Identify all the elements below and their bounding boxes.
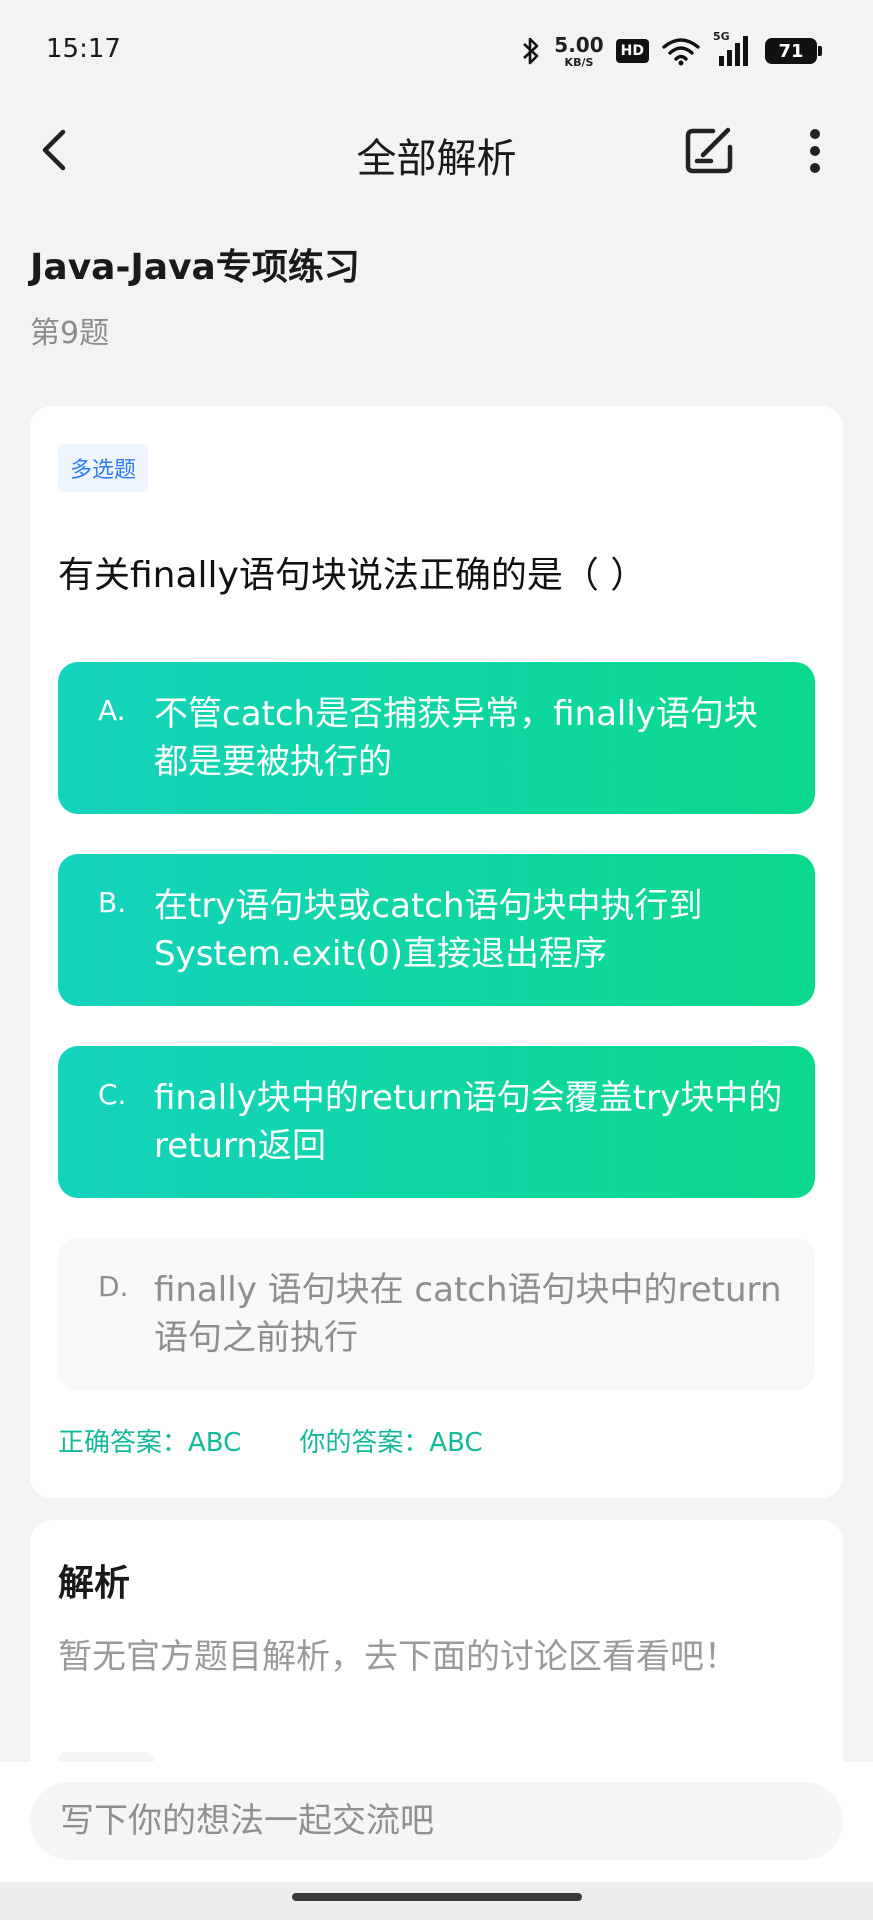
option-d[interactable]: D. finally 语句块在 catch语句块中的return语句之前执行 [58, 1238, 815, 1390]
more-button[interactable] [792, 120, 838, 182]
question-card: 多选题 有关finally语句块说法正确的是（ ） A. 不管catch是否捕获… [30, 406, 843, 1498]
correct-answer: 正确答案：ABC [58, 1428, 242, 1458]
wifi-icon [661, 36, 701, 66]
question-text: 有关finally语句块说法正确的是（ ） [58, 555, 647, 596]
subject-title: Java-Java专项练习 [30, 247, 360, 288]
status-icons: 5.00 KB/S HD 5G 71 [520, 28, 822, 74]
option-a[interactable]: A. 不管catch是否捕获异常，finally语句块都是要被执行的 [58, 662, 815, 814]
status-bar: 15:17 5.00 KB/S HD 5G 71 [0, 0, 873, 100]
option-letter: C. [98, 1078, 127, 1111]
signal-label: 5G [713, 30, 730, 43]
option-text: finally块中的return语句会覆盖try块中的return返回 [154, 1078, 783, 1166]
option-b[interactable]: B. 在try语句块或catch语句块中执行到System.exit(0)直接退… [58, 854, 815, 1006]
edit-note-button[interactable] [678, 120, 740, 182]
bluetooth-icon [520, 36, 542, 66]
cell-signal-icon: 5G [713, 30, 753, 68]
comment-bar [0, 1762, 873, 1882]
more-vertical-icon [810, 129, 820, 173]
answer-row: 正确答案：ABC 你的答案：ABC [58, 1422, 483, 1459]
hd-badge: HD [615, 39, 649, 63]
analysis-title: 解析 [58, 1563, 131, 1604]
status-time: 15:17 [46, 34, 121, 64]
option-text: 不管catch是否捕获异常，finally语句块都是要被执行的 [154, 694, 758, 782]
net-speed: 5.00 KB/S [554, 35, 603, 68]
analysis-card: 解析 暂无官方题目解析，去下面的讨论区看看吧！ [30, 1520, 843, 1780]
battery-icon: 71 [765, 38, 822, 64]
header: 全部解析 [0, 100, 873, 200]
option-letter: D. [98, 1270, 129, 1303]
question-index: 第9题 [30, 316, 110, 351]
analysis-text: 暂无官方题目解析，去下面的讨论区看看吧！ [58, 1637, 738, 1677]
home-indicator[interactable] [292, 1893, 582, 1901]
gesture-area [0, 1882, 873, 1920]
net-speed-unit: KB/S [564, 55, 594, 69]
page-title: 全部解析 [356, 136, 517, 182]
question-type-tag: 多选题 [58, 444, 149, 492]
comment-input[interactable] [30, 1782, 843, 1860]
option-letter: B. [98, 886, 127, 919]
option-letter: A. [98, 694, 126, 727]
your-answer: 你的答案：ABC [299, 1428, 483, 1458]
option-c[interactable]: C. finally块中的return语句会覆盖try块中的return返回 [58, 1046, 815, 1198]
option-text: 在try语句块或catch语句块中执行到System.exit(0)直接退出程序 [154, 886, 703, 974]
net-speed-value: 5.00 [554, 32, 604, 57]
edit-note-icon [685, 127, 733, 174]
option-text: finally 语句块在 catch语句块中的return语句之前执行 [154, 1270, 782, 1358]
